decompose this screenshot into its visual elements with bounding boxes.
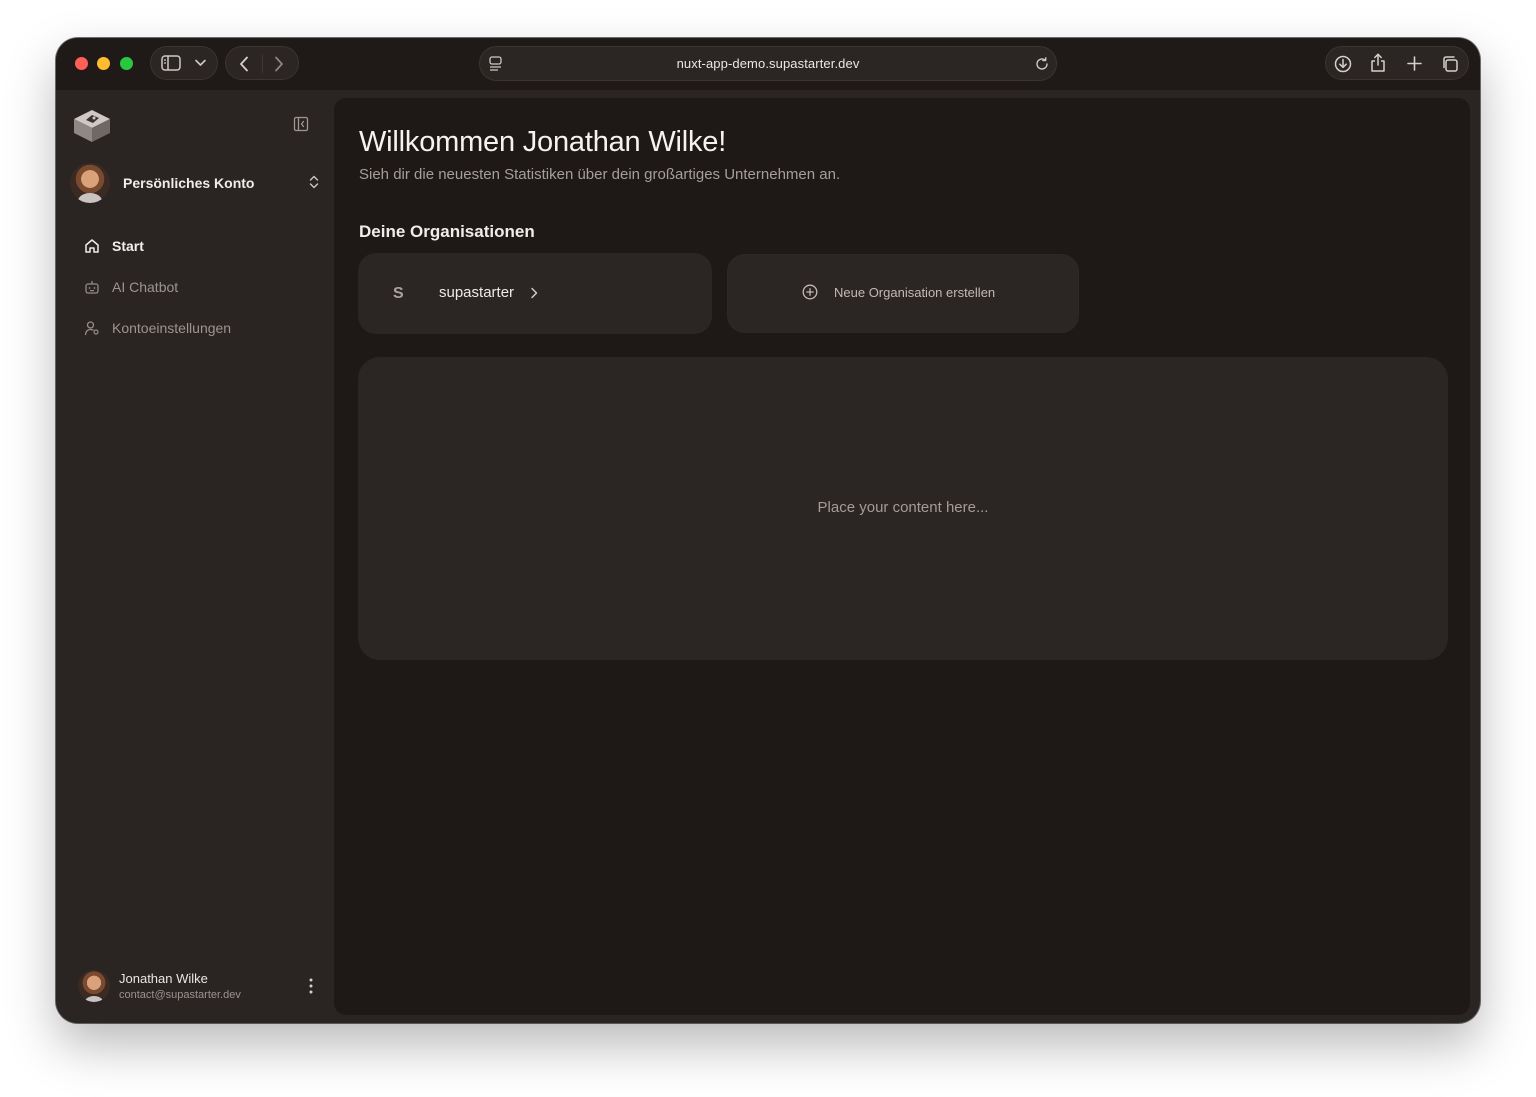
browser-toolbar: nuxt-app-demo.supastarter.dev [56, 38, 1480, 90]
url-text: nuxt-app-demo.supastarter.dev [676, 56, 860, 71]
chevrons-up-down-icon [308, 174, 320, 195]
page-title: Willkommen Jonathan Wilke! [359, 126, 727, 158]
create-organization-label: Neue Organisation erstellen [834, 284, 996, 300]
download-icon[interactable] [1334, 55, 1352, 73]
account-avatar [70, 163, 110, 203]
app-logo[interactable] [70, 106, 114, 146]
tabs-overview-icon[interactable] [1441, 55, 1459, 73]
sidebar-toggle-group [150, 46, 218, 80]
back-icon[interactable] [239, 56, 249, 72]
browser-window: nuxt-app-demo.supastarter.dev Persönlich… [56, 38, 1480, 1023]
create-organization-button[interactable]: Neue Organisation erstellen [727, 254, 1079, 333]
user-email: contact@supastarter.dev [119, 989, 241, 1001]
close-window-button[interactable] [75, 57, 88, 70]
maximize-window-button[interactable] [120, 57, 133, 70]
share-icon[interactable] [1370, 53, 1386, 73]
address-bar[interactable]: nuxt-app-demo.supastarter.dev [479, 46, 1057, 81]
user-settings-icon [84, 320, 100, 336]
forward-icon[interactable] [274, 56, 284, 72]
main-content: Willkommen Jonathan Wilke! Sieh dir die … [334, 98, 1470, 1015]
user-footer[interactable]: Jonathan Wilke contact@supastarter.dev [78, 968, 318, 1004]
user-name: Jonathan Wilke [119, 971, 208, 986]
account-switcher[interactable]: Persönliches Konto [70, 162, 322, 204]
nav-item-kontoeinstellungen[interactable]: Kontoeinstellungen [74, 307, 318, 348]
organization-initial: S [393, 285, 404, 302]
user-info: Jonathan Wilke contact@supastarter.dev [119, 971, 241, 1001]
chevron-down-icon[interactable] [195, 59, 206, 67]
nav-item-ai-chatbot[interactable]: AI Chatbot [74, 266, 318, 307]
minimize-window-button[interactable] [97, 57, 110, 70]
collapse-sidebar-icon[interactable] [293, 116, 311, 134]
account-name: Persönliches Konto [123, 175, 255, 191]
page-subtitle: Sieh dir die neuesten Statistiken über d… [359, 166, 841, 183]
plus-circle-icon [802, 284, 818, 300]
sidebar: Persönliches Konto Start AI Chatbot Kont… [56, 90, 334, 1023]
nav-item-start[interactable]: Start [74, 225, 318, 266]
more-vertical-icon[interactable] [304, 976, 318, 996]
new-tab-icon[interactable] [1407, 56, 1422, 71]
chevron-right-icon [530, 286, 538, 304]
reload-icon[interactable] [1035, 57, 1049, 71]
user-avatar [78, 970, 110, 1002]
content-placeholder-text: Place your content here... [817, 499, 989, 516]
organization-name: supastarter [439, 284, 515, 301]
nav-item-label: AI Chatbot [112, 278, 179, 295]
home-icon [84, 238, 100, 254]
sidebar-nav: Start AI Chatbot Kontoeinstellungen [74, 225, 318, 348]
content-placeholder-panel: Place your content here... [358, 357, 1448, 660]
bot-icon [84, 279, 100, 295]
browser-actions [1325, 46, 1469, 80]
sidebar-icon[interactable] [161, 55, 181, 71]
nav-divider [262, 55, 263, 73]
organizations-heading: Deine Organisationen [359, 222, 535, 241]
nav-item-label: Start [112, 237, 144, 254]
organization-card[interactable]: S supastarter [358, 253, 712, 334]
nav-item-label: Kontoeinstellungen [112, 319, 232, 336]
navigation-group [225, 46, 299, 80]
